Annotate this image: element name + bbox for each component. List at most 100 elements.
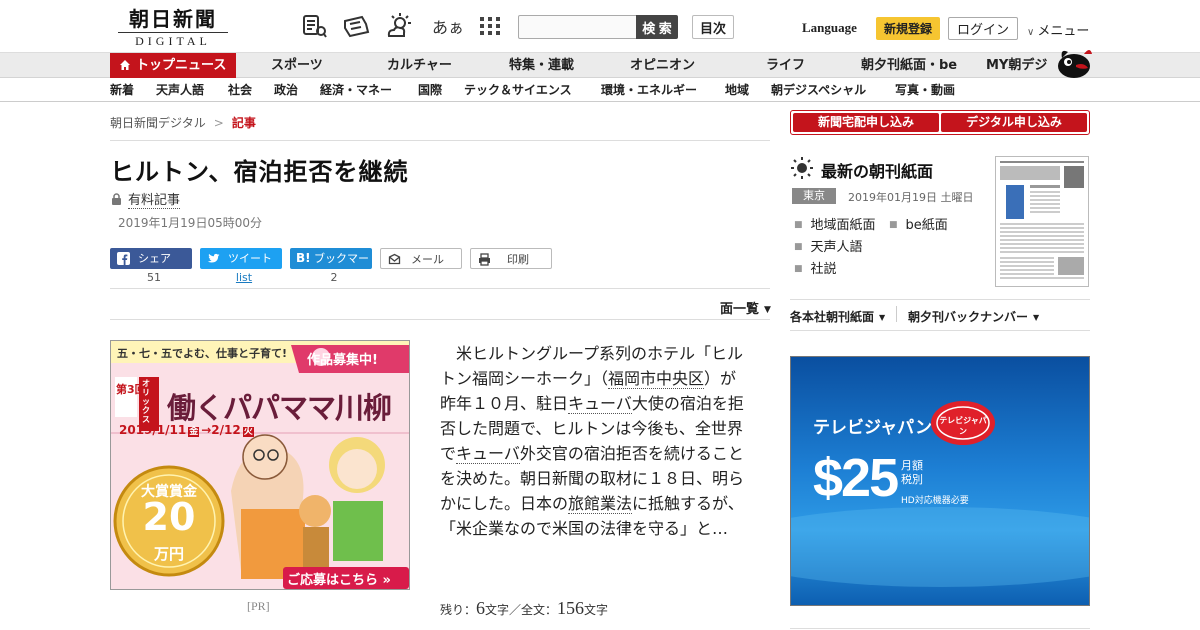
nav-top-news[interactable]: トップニュース: [110, 53, 236, 79]
newspaper-thumbnail-art: [996, 157, 1088, 286]
facebook-share-button[interactable]: シェア: [110, 248, 192, 269]
print-label: 印刷: [507, 253, 529, 266]
regional-editions-dropdown[interactable]: 各本社朝刊紙面 ▼: [790, 308, 885, 325]
latest-edition-title[interactable]: 最新の朝刊紙面: [821, 158, 933, 182]
ad-senryu-period-end-day: 火: [242, 427, 254, 437]
ad-senryu-ribbon: 作品募集中!: [307, 353, 378, 368]
newspaper-delivery-button[interactable]: 新聞宅配申し込み: [793, 113, 939, 132]
secondary-nav: 新着 天声人語 社会 政治 経済・マネー 国際 テック＆サイエンス 環境・エネル…: [0, 78, 1200, 102]
keyword-link[interactable]: 旅館業法: [568, 494, 633, 514]
hatena-bookmark-button[interactable]: B! ブックマーク: [290, 248, 372, 286]
menu-label: メニュー: [1037, 23, 1090, 38]
bullet-icon: ■: [794, 220, 803, 230]
regional-pages-link[interactable]: ■ 地域面紙面: [794, 214, 876, 233]
keyword-link[interactable]: キューバ: [568, 394, 632, 414]
register-button[interactable]: 新規登録: [876, 17, 940, 40]
keyword-link[interactable]: 福岡市中央区: [608, 369, 705, 389]
bullet-icon: ■: [794, 264, 803, 274]
ad-senryu-cta-label: ご応募はこちら: [287, 573, 379, 588]
newspaper-icon[interactable]: [300, 12, 328, 40]
weather-icon[interactable]: [385, 12, 413, 40]
facebook-share-count: 51: [147, 271, 161, 284]
paid-article-label: 有料記事: [128, 193, 181, 209]
tensei-jingo-link[interactable]: ■ 天声人語: [794, 236, 863, 255]
edition-city-badge: 東京: [792, 188, 836, 204]
facebook-icon: [117, 252, 130, 265]
font-size-icon[interactable]: あぁ: [432, 14, 464, 38]
breadcrumb: 朝日新聞デジタル > 記事: [110, 114, 256, 131]
nav-print-edition[interactable]: 朝夕刊紙面・be: [861, 53, 957, 79]
divider: [110, 140, 770, 141]
hatena-icon: B!: [296, 251, 311, 265]
mail-label: メール: [411, 253, 444, 266]
ad-banner-senryu[interactable]: 五・七・五でよむ、仕事と子育て! 作品募集中! 第3回 オリックス 働くパパママ…: [110, 340, 410, 590]
breadcrumb-current: 記事: [231, 116, 256, 130]
keyword-link[interactable]: キューバ: [456, 444, 520, 464]
nav-features[interactable]: 特集・連載: [509, 53, 574, 79]
sun-icon: [791, 157, 813, 179]
digital-subscribe-button[interactable]: デジタル申し込み: [941, 113, 1087, 132]
nav-culture[interactable]: カルチャー: [387, 53, 452, 79]
site-header: 朝日新聞 DIGITAL あぁ 検 索 目次 Language 新規登録 ログイ…: [0, 0, 1200, 52]
twitter-icon: [207, 253, 220, 263]
ad-senryu-title: 働くパパママ川柳: [167, 391, 392, 425]
nav-sports[interactable]: スポーツ: [271, 53, 323, 79]
nav2-international[interactable]: 国際: [418, 78, 442, 102]
page-list-dropdown[interactable]: 面一覧 ▼: [720, 298, 771, 317]
ad-banner-tv-japan[interactable]: テレビジャパン テレビジャパン $25 月額 税別 HD対応機器必要: [790, 356, 1090, 606]
ticket-icon[interactable]: [342, 12, 370, 40]
ad-senryu-period-start: 2019/1/11: [119, 423, 187, 437]
article-title: ヒルトン、宿泊拒否を継続: [110, 158, 409, 186]
site-logo[interactable]: 朝日新聞 DIGITAL: [118, 8, 228, 48]
caret-down-icon: ▼: [764, 305, 771, 315]
be-pages-link[interactable]: ■ be紙面: [889, 214, 948, 233]
paid-article-badge[interactable]: 有料記事: [111, 189, 181, 209]
divider: [110, 288, 770, 289]
nav-life[interactable]: ライフ: [766, 53, 805, 79]
ad-senryu-headline: 五・七・五でよむ、仕事と子育て!: [117, 347, 288, 360]
article-body: 米ヒルトングループ系列のホテル「ヒルトン福岡シーホーク」（福岡市中央区）が昨年１…: [440, 341, 750, 541]
search-button[interactable]: 検 索: [636, 15, 678, 39]
login-button[interactable]: ログイン: [948, 17, 1018, 40]
menu-button[interactable]: ∨ メニュー: [1027, 20, 1089, 39]
total-unit: 文字: [584, 603, 609, 617]
editorial-link[interactable]: ■ 社説: [794, 258, 837, 277]
nav2-society[interactable]: 社会: [228, 78, 252, 102]
nav2-politics[interactable]: 政治: [274, 78, 298, 102]
back-numbers-dropdown[interactable]: 朝夕刊バックナンバー ▼: [908, 308, 1039, 325]
twitter-share-count[interactable]: list: [203, 271, 285, 284]
search-input[interactable]: [518, 15, 638, 39]
nav2-environment[interactable]: 環境・エネルギー: [601, 78, 697, 102]
nav2-special[interactable]: 朝デジスペシャル: [771, 78, 866, 102]
regional-editions-label: 各本社朝刊紙面: [790, 310, 875, 324]
twitter-share-button[interactable]: ツイート: [200, 248, 282, 269]
language-link[interactable]: Language: [802, 20, 857, 36]
mail-button[interactable]: メール: [380, 248, 462, 269]
toc-button[interactable]: 目次: [692, 15, 734, 39]
hatena-bookmark-count: 2: [330, 271, 338, 284]
nav-opinion[interactable]: オピニオン: [630, 53, 695, 79]
total-count: 156: [557, 598, 585, 618]
nav2-tech-science[interactable]: テック＆サイエンス: [464, 78, 572, 102]
front-page-thumbnail[interactable]: [995, 156, 1089, 287]
mascot-icon[interactable]: [1054, 44, 1094, 78]
nav2-photo-video[interactable]: 写真・動画: [895, 78, 955, 102]
nav2-tensei-jingo[interactable]: 天声人語: [156, 78, 204, 102]
nav2-economy[interactable]: 経済・マネー: [320, 78, 392, 102]
grid-apps-icon[interactable]: [476, 12, 504, 40]
back-numbers-label: 朝夕刊バックナンバー: [908, 310, 1029, 324]
breadcrumb-home[interactable]: 朝日新聞デジタル: [110, 116, 206, 130]
ad-senryu-cta: ご応募はこちら »: [287, 573, 391, 588]
logo-en: DIGITAL: [118, 32, 228, 49]
print-button[interactable]: 印刷: [470, 248, 552, 269]
nav2-latest[interactable]: 新着: [110, 78, 134, 102]
primary-nav: トップニュース スポーツ カルチャー 特集・連載 オピニオン ライフ 朝夕刊紙面…: [0, 52, 1200, 79]
nav2-regional[interactable]: 地域: [725, 78, 749, 102]
chevron-down-icon: ∨: [1027, 27, 1035, 38]
nav-my-asadigi[interactable]: MY朝デジ: [986, 53, 1047, 79]
print-icon: [479, 253, 490, 266]
ad-senryu-period-start-day: 金: [188, 427, 200, 437]
ad-senryu-period-end: 2/12: [211, 423, 241, 437]
divider: [110, 319, 770, 320]
caret-down-icon: ▼: [879, 313, 886, 322]
